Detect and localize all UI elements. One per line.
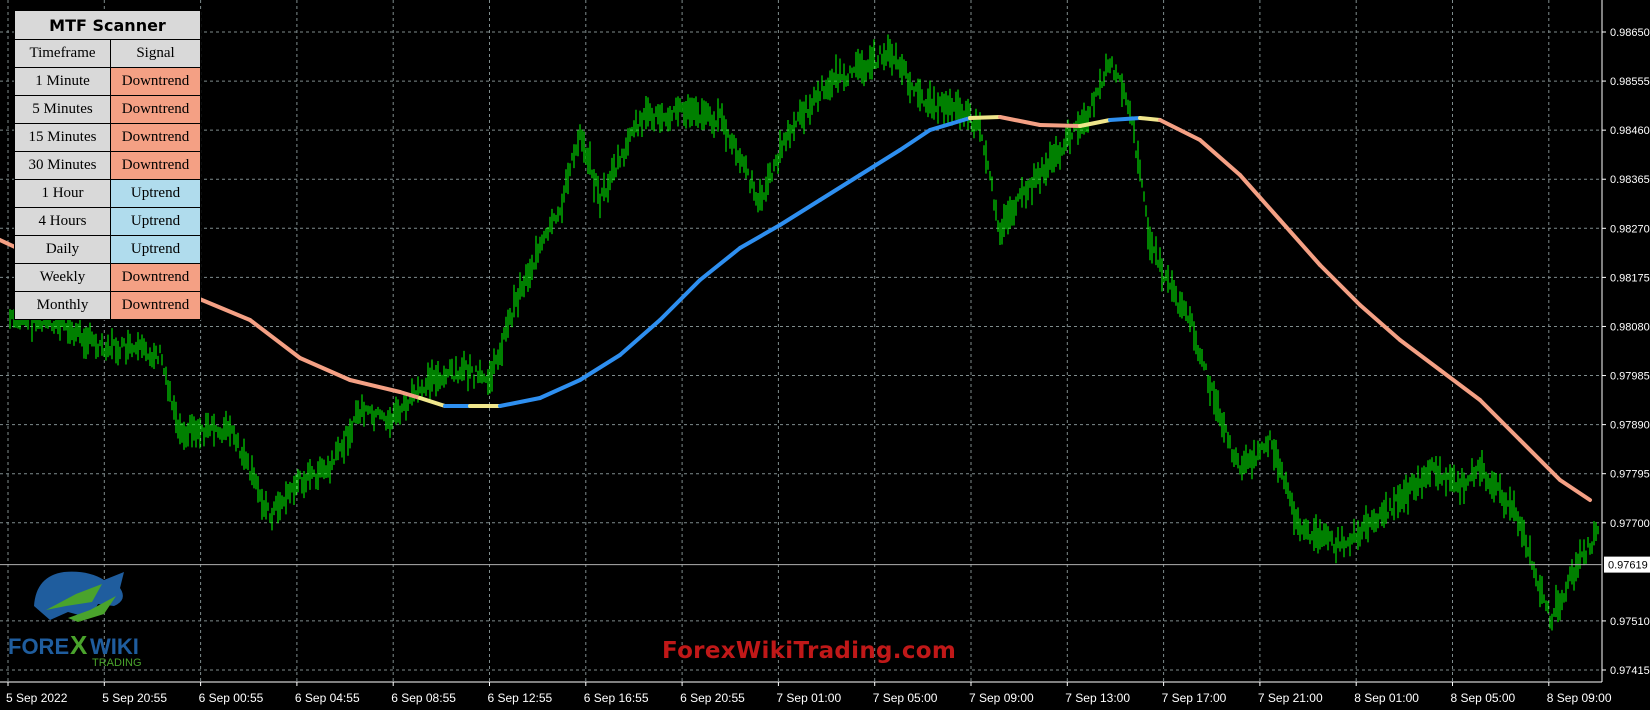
moving-average-segment [658,278,702,322]
forexwiki-logo: FORE X WIKI TRADING [6,566,156,676]
scanner-signal-cell: Downtrend [110,291,201,320]
time-tick-label: 7 Sep 17:00 [1162,691,1227,705]
moving-average-segment [1108,116,1142,122]
moving-average-segment [1278,218,1322,267]
moving-average-segment [1558,478,1592,502]
price-tick-label: 0.98555 [1610,76,1650,88]
scanner-timeframe-cell: Daily [14,235,111,264]
moving-average-segment [498,396,542,408]
logo-text-x: X [70,630,88,660]
scanner-row: 1 Minute Downtrend [14,67,201,96]
scanner-row: 1 Hour Uptrend [14,179,201,208]
mtf-scanner-table: MTF Scanner Timeframe Signal 1 Minute Dow… [14,10,201,320]
time-tick-label: 7 Sep 05:00 [873,691,938,705]
scanner-signal-cell: Downtrend [110,263,201,292]
moving-average-segment [538,378,582,400]
scanner-timeframe-cell: 15 Minutes [14,123,111,152]
moving-average-segment [1398,338,1442,372]
logo-subtext: TRADING [92,657,142,669]
moving-average-segment [858,148,902,177]
scanner-row: 15 Minutes Downtrend [14,123,201,152]
time-tick-label: 8 Sep 01:00 [1354,691,1419,705]
scanner-signal-cell: Uptrend [110,207,201,236]
time-tick-label: 7 Sep 01:00 [776,691,841,705]
price-tick-label: 0.97700 [1610,518,1650,530]
scanner-timeframe-cell: Monthly [14,291,111,320]
moving-average-segment [418,396,447,408]
scanner-row: 30 Minutes Downtrend [14,151,201,180]
time-tick-label: 6 Sep 16:55 [584,691,649,705]
price-tick-label: 0.97890 [1610,420,1650,432]
column-header-timeframe: Timeframe [14,39,111,68]
moving-average-segment [1438,368,1482,402]
time-tick-label: 7 Sep 21:00 [1258,691,1323,705]
price-tick-label: 0.97510 [1610,616,1650,628]
scanner-row: 4 Hours Uptrend [14,207,201,236]
scanner-row: Monthly Downtrend [14,291,201,320]
logo-text-wiki: WIKI [90,634,139,659]
moving-average-segment [998,115,1042,127]
scanner-row: 5 Minutes Downtrend [14,95,201,124]
price-series [9,34,1599,631]
moving-average-segment [1138,116,1162,122]
scanner-signal-cell: Downtrend [110,67,201,96]
current-price-label: 0.97619 [1608,560,1648,572]
scanner-timeframe-cell: 1 Minute [14,67,111,96]
price-tick-label: 0.98460 [1610,125,1650,137]
logo-text-fore: FORE [8,634,69,659]
scanner-signal-cell: Downtrend [110,123,201,152]
time-tick-label: 5 Sep 20:55 [102,691,167,705]
price-tick-label: 0.97795 [1610,469,1650,481]
moving-average-segment [1318,263,1362,307]
time-tick-label: 6 Sep 00:55 [199,691,264,705]
price-tick-label: 0.98650 [1610,27,1650,39]
time-tick-label: 8 Sep 05:00 [1451,691,1516,705]
scanner-title: MTF Scanner [14,10,201,40]
moving-average-segment [248,318,302,360]
time-tick-label: 7 Sep 13:00 [1065,691,1130,705]
moving-average-segment [1038,123,1082,128]
time-tick-label: 6 Sep 20:55 [680,691,745,705]
chart-axes: 0.98650 0.98555 0.98460 0.98365 0.98270 0.981… [0,0,1650,705]
price-tick-label: 0.98175 [1610,272,1650,284]
scanner-timeframe-cell: 4 Hours [14,207,111,236]
price-tick-label: 0.98270 [1610,223,1650,235]
moving-average-segment [1358,303,1402,342]
time-tick-label: 7 Sep 09:00 [969,691,1034,705]
moving-average-segment [348,378,402,394]
time-tick-label: 8 Sep 09:00 [1547,691,1612,705]
chart-grid [0,0,1602,682]
price-tick-label: 0.98080 [1610,321,1650,333]
scanner-row: Weekly Downtrend [14,263,201,292]
moving-average-segment [1198,138,1242,177]
moving-average-segment [1478,398,1522,442]
price-tick-label: 0.98365 [1610,174,1650,186]
price-chart[interactable]: 0.98650 0.98555 0.98460 0.98365 0.98270 0.981… [0,0,1650,710]
scanner-timeframe-cell: 5 Minutes [14,95,111,124]
scanner-row: Daily Uptrend [14,235,201,264]
time-tick-label: 5 Sep 2022 [6,691,68,705]
moving-average-segment [698,246,742,282]
time-tick-label: 6 Sep 08:55 [391,691,456,705]
moving-average-segment [298,356,352,382]
price-tick-label: 0.97415 [1610,665,1650,677]
moving-average-segment [968,115,1002,120]
time-tick-label: 6 Sep 12:55 [488,691,553,705]
watermark-text: ForexWikiTrading.com [662,638,957,664]
scanner-signal-cell: Downtrend [110,151,201,180]
scanner-signal-cell: Downtrend [110,95,201,124]
time-tick-label: 6 Sep 04:55 [295,691,360,705]
scanner-signal-cell: Uptrend [110,235,201,264]
scanner-timeframe-cell: 1 Hour [14,179,111,208]
moving-average-segment [778,198,822,227]
moving-average-segment [618,318,662,357]
scanner-timeframe-cell: 30 Minutes [14,151,111,180]
moving-average-segment [898,128,932,152]
scanner-signal-cell: Uptrend [110,179,201,208]
column-header-signal: Signal [110,39,201,68]
price-tick-label: 0.97985 [1610,371,1650,383]
scanner-timeframe-cell: Weekly [14,263,111,292]
